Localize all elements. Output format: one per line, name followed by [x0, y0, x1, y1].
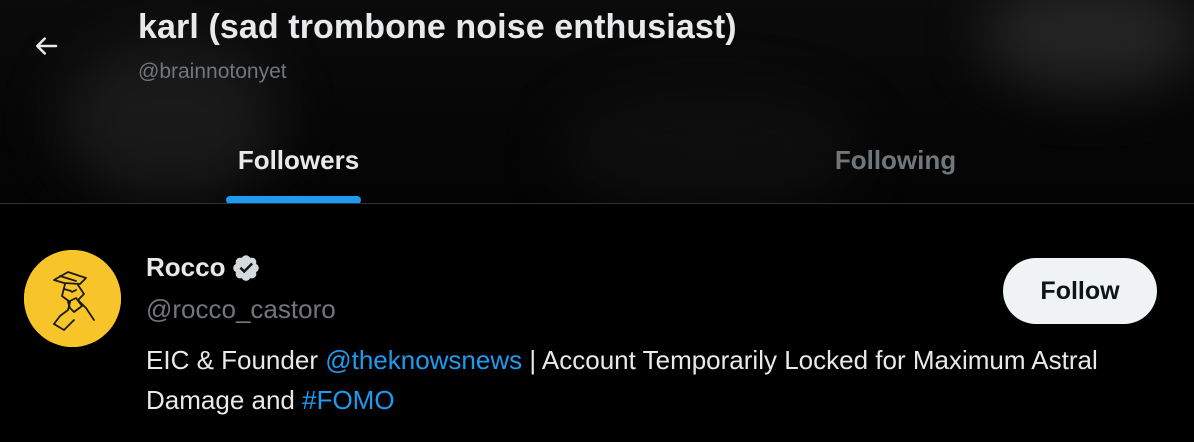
profile-handle: @brainnotonyet	[138, 60, 287, 83]
arrow-left-icon	[31, 31, 61, 61]
follower-name[interactable]: Rocco	[146, 252, 225, 283]
followers-tabs: Followers Following	[0, 116, 1194, 204]
follower-handle: @rocco_castoro	[146, 294, 336, 324]
back-button[interactable]	[22, 22, 70, 70]
follower-bio: EIC & Founder @theknowsnews | Account Te…	[146, 340, 1176, 420]
avatar[interactable]	[24, 250, 121, 347]
follower-name-line: Rocco	[146, 252, 261, 283]
profile-header: karl (sad trombone noise enthusiast) @br…	[0, 0, 1194, 204]
tab-followers[interactable]: Followers	[0, 116, 597, 204]
bio-hashtag-link[interactable]: #FOMO	[302, 385, 394, 415]
tab-followers-label: Followers	[237, 144, 360, 175]
tab-following-label: Following	[834, 144, 957, 175]
bio-mention-link[interactable]: @theknowsnews	[325, 345, 522, 375]
profile-display-name: karl (sad trombone noise enthusiast)	[138, 8, 737, 46]
tab-following[interactable]: Following	[597, 116, 1194, 204]
follow-button[interactable]: Follow	[1003, 258, 1157, 324]
verified-badge-icon	[231, 253, 261, 283]
follower-list-item[interactable]: Rocco @rocco_castoro Follow EIC & Founde…	[0, 204, 1194, 442]
bio-text: EIC & Founder	[146, 345, 326, 375]
avatar-illustration	[24, 250, 121, 347]
